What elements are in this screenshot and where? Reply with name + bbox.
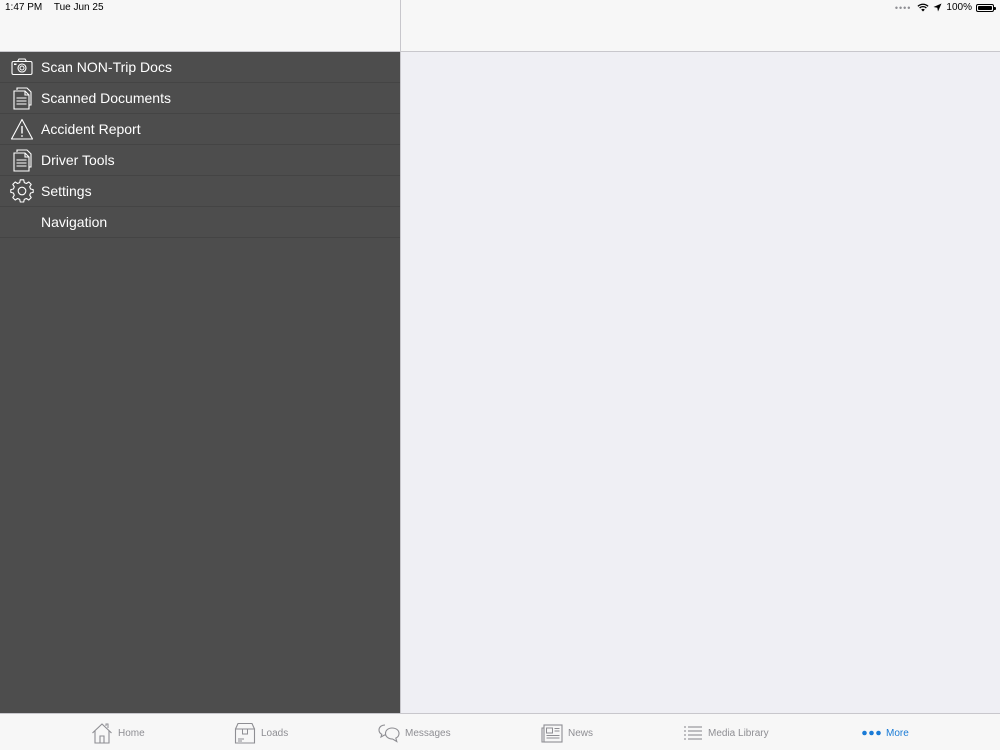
newspaper-icon xyxy=(541,724,563,743)
sidebar-item-label: Accident Report xyxy=(41,121,141,137)
home-icon xyxy=(92,723,112,744)
sidebar-item-driver-tools[interactable]: Driver Tools xyxy=(0,145,400,176)
box-icon xyxy=(234,722,256,744)
document-icon xyxy=(13,149,32,172)
sidebar-item-label: Navigation xyxy=(41,214,108,230)
sidebar-item-navigation[interactable]: Navigation xyxy=(0,207,400,238)
sidebar-item-label: Scanned Documents xyxy=(41,90,171,106)
status-date: Tue Jun 25 xyxy=(53,2,104,13)
tab-news[interactable]: News xyxy=(541,722,593,744)
tab-label: Loads xyxy=(261,727,289,739)
battery-percent: 100% xyxy=(946,2,972,13)
warning-icon xyxy=(10,118,34,140)
battery-icon xyxy=(976,3,996,12)
tab-label: More xyxy=(886,727,909,739)
sidebar-item-label: Scan NON-Trip Docs xyxy=(41,59,172,75)
tab-home[interactable]: Home xyxy=(91,722,145,744)
list-icon xyxy=(684,726,702,740)
chat-bubbles-icon xyxy=(378,724,400,743)
tab-label: Messages xyxy=(405,727,451,739)
sidebar-item-scanned-documents[interactable]: Scanned Documents xyxy=(0,83,400,114)
tab-more[interactable]: More xyxy=(862,722,909,744)
tab-loads[interactable]: Loads xyxy=(234,722,288,744)
sidebar-item-accident-report[interactable]: Accident Report xyxy=(0,114,400,145)
more-dots-icon xyxy=(862,730,881,736)
camera-icon xyxy=(11,58,33,76)
sidebar-item-label: Driver Tools xyxy=(41,152,115,168)
tab-media-library[interactable]: Media Library xyxy=(683,722,769,744)
tab-messages[interactable]: Messages xyxy=(378,722,451,744)
sidebar-item-label: Settings xyxy=(41,183,92,199)
detail-pane xyxy=(401,52,1000,713)
sidebar-menu: Scan NON-Trip Docs Scanned Documents Acc… xyxy=(0,52,400,713)
wifi-icon xyxy=(917,3,929,12)
status-bar: 1:47 PM Tue Jun 25 •••• 100% xyxy=(0,0,1000,16)
tab-bar: Home Loads Messages News Media Library M… xyxy=(0,713,1000,750)
sidebar-item-scan-non-trip-docs[interactable]: Scan NON-Trip Docs xyxy=(0,52,400,83)
document-icon xyxy=(13,87,32,110)
status-time: 1:47 PM xyxy=(5,2,43,13)
tab-label: Home xyxy=(118,727,145,739)
tab-label: News xyxy=(568,727,594,739)
battery-fill xyxy=(978,5,992,10)
sidebar-item-settings[interactable]: Settings xyxy=(0,176,400,207)
gear-icon xyxy=(10,179,34,203)
location-arrow-icon xyxy=(933,3,942,12)
cellular-signal-icon: •••• xyxy=(894,2,912,13)
status-right: •••• 100% xyxy=(894,2,996,13)
tab-label: Media Library xyxy=(708,727,769,739)
status-left: 1:47 PM Tue Jun 25 xyxy=(5,2,113,13)
